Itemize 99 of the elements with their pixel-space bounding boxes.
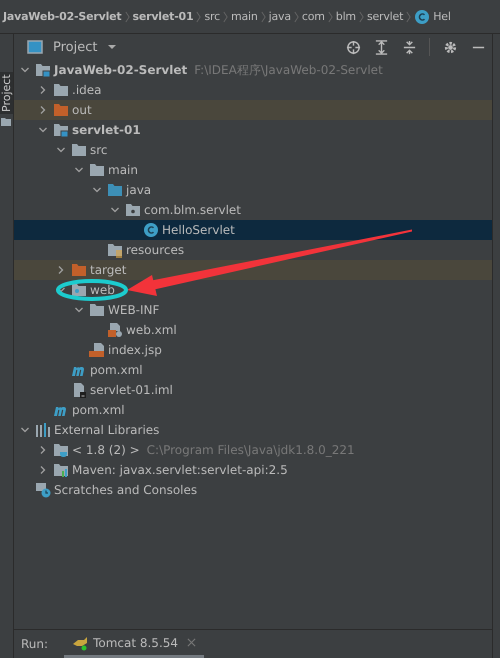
tree-row[interactable]: resources xyxy=(14,240,492,260)
highlight-ellipse xyxy=(56,279,128,301)
item-label: External Libraries xyxy=(54,423,160,437)
tree-row[interactable]: External Libraries xyxy=(14,420,492,440)
item-label: Scratches and Consoles xyxy=(54,483,198,497)
breadcrumb[interactable]: servlet xyxy=(366,10,404,23)
library-icon xyxy=(53,462,69,478)
project-stripe-tab[interactable]: Project xyxy=(0,72,13,114)
caret-icon xyxy=(107,44,118,50)
item-label: servlet-01.iml xyxy=(90,383,173,397)
window-icon xyxy=(27,39,43,55)
tree-row[interactable]: main xyxy=(14,160,492,180)
breadcrumb[interactable]: Hel xyxy=(433,10,451,23)
chevron-icon xyxy=(124,10,130,24)
item-label: src xyxy=(90,143,108,157)
breadcrumb[interactable]: java xyxy=(268,10,291,23)
item-label: com.blm.servlet xyxy=(144,203,241,217)
run-tab[interactable]: Tomcat 8.5.54 xyxy=(64,630,204,658)
folder-icon xyxy=(107,182,123,198)
folder-icon xyxy=(53,82,69,98)
tree-row[interactable]: web xyxy=(14,280,492,300)
breadcrumb[interactable]: com xyxy=(302,10,325,23)
settings-icon[interactable] xyxy=(443,40,458,54)
item-label: JavaWeb-02-Servlet xyxy=(54,63,188,77)
breadcrumb[interactable]: main xyxy=(230,10,258,23)
tree-row[interactable]: HelloServlet xyxy=(14,220,492,240)
folder-icon xyxy=(89,162,105,178)
tree-row[interactable]: WEB-INF xyxy=(14,300,492,320)
chevron-icon xyxy=(222,10,228,24)
view-dropdown[interactable]: Project xyxy=(51,40,120,54)
breadcrumb[interactable]: src xyxy=(204,10,220,23)
class-icon xyxy=(414,8,430,24)
item-label: target xyxy=(90,263,126,277)
tree-row[interactable]: Maven: javax.servlet:servlet-api:2.5 xyxy=(14,460,492,480)
item-label: WEB-INF xyxy=(108,303,160,317)
module-folder-icon xyxy=(35,62,51,78)
jdk-folder-icon xyxy=(53,442,69,458)
libraries-icon xyxy=(35,422,51,438)
tree-row[interactable]: < 1.8 (2) > C:\Program Files\Java\jdk1.8.0_221 xyxy=(14,440,492,460)
tree-row[interactable]: servlet-01 xyxy=(14,120,492,140)
folder-icon xyxy=(1,118,11,126)
web-folder-icon xyxy=(71,282,87,298)
item-label: index.jsp xyxy=(108,343,162,357)
folder-icon xyxy=(71,262,87,278)
tree-row[interactable]: com.blm.servlet xyxy=(14,200,492,220)
chevron-icon xyxy=(196,10,202,24)
chevron-icon xyxy=(328,10,333,24)
module-folder-icon xyxy=(53,122,69,138)
path-hint: F:\IDEA程序\JavaWeb-02-Servlet xyxy=(194,62,383,78)
jsp-file-icon xyxy=(89,342,105,358)
item-label: web xyxy=(90,283,115,297)
item-label: .idea xyxy=(72,83,102,97)
xml-file-icon xyxy=(107,322,123,338)
scratches-icon xyxy=(35,482,51,498)
item-label: Maven: javax.servlet:servlet-api:2.5 xyxy=(72,463,288,477)
item-label: < 1.8 (2) > xyxy=(72,443,140,457)
tomcat-icon xyxy=(72,634,88,650)
class-icon xyxy=(143,222,159,238)
file-icon xyxy=(71,382,87,398)
run-label: Run: xyxy=(21,637,48,651)
item-label: HelloServlet xyxy=(162,223,235,237)
chevron-icon xyxy=(294,10,299,24)
locate-icon[interactable] xyxy=(346,40,361,54)
tree-row[interactable]: src xyxy=(14,140,492,160)
tree-row[interactable]: target xyxy=(14,260,492,280)
path-hint: C:\Program Files\Java\jdk1.8.0_221 xyxy=(146,443,355,457)
tree-row[interactable]: web.xml xyxy=(14,320,492,340)
breadcrumb[interactable]: blm xyxy=(336,10,356,23)
item-label: resources xyxy=(126,243,184,257)
collapse-all-icon[interactable] xyxy=(402,40,417,54)
item-label: pom.xml xyxy=(90,363,143,377)
folder-icon xyxy=(71,142,87,158)
tree-row[interactable]: out xyxy=(14,100,492,120)
breadcrumb[interactable]: JavaWeb-02-Servlet xyxy=(3,10,122,23)
expand-all-icon[interactable] xyxy=(374,40,389,54)
close-icon[interactable] xyxy=(187,638,196,647)
item-label: web.xml xyxy=(126,323,177,337)
tree-row[interactable]: .idea xyxy=(14,80,492,100)
tab-label: Tomcat 8.5.54 xyxy=(93,636,178,650)
tree-row[interactable]: JavaWeb-02-Servlet F:\IDEA程序\JavaWeb-02-Servlet xyxy=(14,60,492,80)
chevron-icon xyxy=(260,10,266,24)
resources-folder-icon xyxy=(107,242,123,258)
breadcrumb[interactable]: servlet-01 xyxy=(132,10,194,23)
tree-row[interactable]: pom.xml xyxy=(14,360,492,380)
chevron-icon xyxy=(358,10,364,24)
folder-icon xyxy=(89,302,105,318)
item-label: out xyxy=(72,103,92,117)
chevron-icon xyxy=(406,10,412,24)
item-label: java xyxy=(126,183,152,197)
tree-row[interactable]: servlet-01.iml xyxy=(14,380,492,400)
folder-icon xyxy=(53,102,69,118)
tree-row[interactable]: java xyxy=(14,180,492,200)
tree-row[interactable]: index.jsp xyxy=(14,340,492,360)
package-folder-icon xyxy=(125,202,141,218)
tree-row[interactable]: Scratches and Consoles xyxy=(14,480,492,500)
tree-row[interactable]: pom.xml xyxy=(14,400,492,420)
item-label: servlet-01 xyxy=(72,123,141,137)
item-label: pom.xml xyxy=(72,403,125,417)
item-label: main xyxy=(108,163,138,177)
